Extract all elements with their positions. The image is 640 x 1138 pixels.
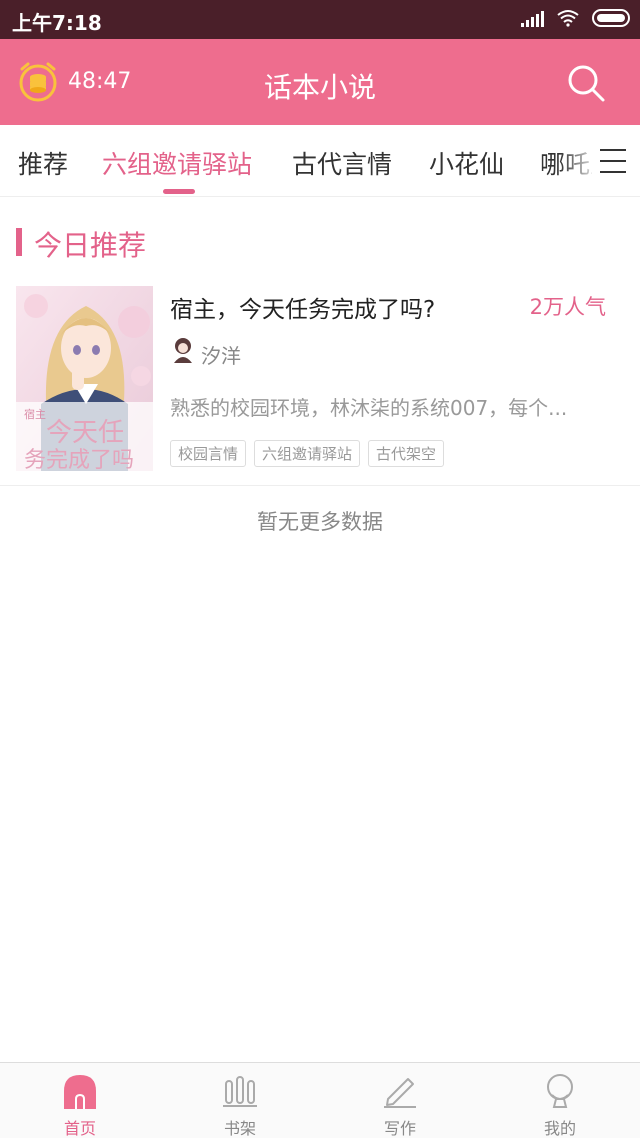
tab-little-flower-fairy[interactable]: 小花仙 bbox=[429, 145, 504, 181]
bookshelf-icon bbox=[223, 1076, 257, 1107]
nav-profile-label: 我的 bbox=[543, 1119, 576, 1138]
no-more-data-message: 暂无更多数据 bbox=[257, 510, 383, 534]
tag-invitation-station[interactable]: 六组邀请驿站 bbox=[254, 440, 361, 467]
tab-invitation-station[interactable]: 六组邀请驿站 bbox=[102, 145, 252, 181]
nav-write[interactable]: 写作 bbox=[320, 1063, 480, 1138]
section-title: 今日推荐 bbox=[34, 229, 147, 262]
home-icon bbox=[64, 1075, 96, 1109]
nav-profile[interactable]: 我的 bbox=[480, 1063, 640, 1138]
wifi-icon bbox=[557, 10, 579, 27]
nav-bookshelf-label: 书架 bbox=[223, 1119, 256, 1138]
book-cover[interactable]: 宿主 今天任 务完成了吗 bbox=[16, 286, 153, 471]
search-icon[interactable] bbox=[566, 63, 606, 103]
status-bar: 上午7:18 bbox=[0, 0, 640, 39]
nav-write-label: 写作 bbox=[383, 1119, 416, 1138]
nav-home-label: 首页 bbox=[63, 1119, 96, 1138]
author-avatar-icon bbox=[174, 338, 192, 363]
tab-ancient-romance[interactable]: 古代言情 bbox=[292, 145, 392, 181]
popularity-count: 2万人气 bbox=[529, 295, 606, 319]
app-header: 48:47 话本小说 bbox=[0, 39, 640, 125]
signal-icon bbox=[521, 9, 544, 27]
book-tags: 校园言情 六组邀请驿站 古代架空 bbox=[170, 440, 445, 467]
author-name[interactable]: 汐洋 bbox=[201, 340, 241, 369]
category-tabs: 推荐 六组邀请驿站 古代言情 小花仙 哪吒之 bbox=[0, 125, 640, 197]
section-accent-bar bbox=[16, 228, 22, 256]
nav-home[interactable]: 首页 bbox=[0, 1063, 160, 1138]
nav-bookshelf[interactable]: 书架 bbox=[160, 1063, 320, 1138]
bottom-nav: 首页 书架 写作 我的 bbox=[0, 1062, 640, 1138]
pencil-icon bbox=[384, 1078, 416, 1108]
active-tab-indicator bbox=[163, 189, 195, 194]
cover-text-line-1: 宿主 bbox=[24, 408, 46, 421]
app-title: 话本小说 bbox=[263, 71, 376, 104]
profile-icon bbox=[547, 1074, 573, 1108]
cover-text-line-3: 务完成了吗 bbox=[24, 448, 135, 471]
tag-campus-romance[interactable]: 校园言情 bbox=[170, 440, 247, 467]
book-list-item[interactable]: 宿主 今天任 务完成了吗 宿主，今天任务完成了吗? 2万人气 汐洋 熟悉的校园环… bbox=[0, 286, 640, 486]
book-description: 熟悉的校园环境，林沐柒的系统007，每个... bbox=[170, 396, 568, 420]
tab-recommend[interactable]: 推荐 bbox=[18, 145, 68, 181]
status-icons bbox=[521, 9, 630, 27]
battery-icon bbox=[592, 9, 630, 27]
tabs-menu-icon[interactable] bbox=[592, 125, 640, 196]
status-time: 上午7:18 bbox=[12, 11, 102, 35]
tag-ancient-fiction[interactable]: 古代架空 bbox=[368, 440, 445, 467]
book-title[interactable]: 宿主，今天任务完成了吗? bbox=[170, 290, 435, 324]
